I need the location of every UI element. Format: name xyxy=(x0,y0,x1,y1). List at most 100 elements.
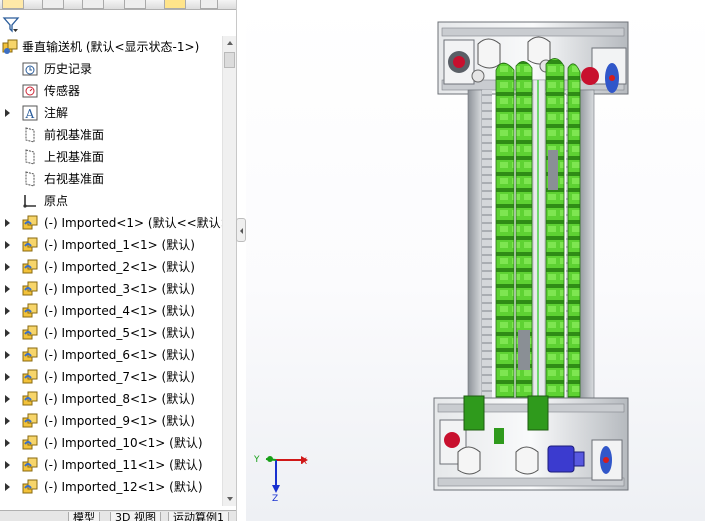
tree-item-origin-6[interactable]: 原点 xyxy=(0,190,222,212)
tree-item-plane-4[interactable]: 上视基准面 xyxy=(0,146,222,168)
expand-arrow-icon[interactable] xyxy=(5,285,10,293)
scroll-up-icon[interactable] xyxy=(223,36,237,50)
tree-item-sensor-1[interactable]: 传感器 xyxy=(0,80,222,102)
tree-item-label: (-) Imported_4<1> (默认) xyxy=(44,304,195,318)
svg-text:A: A xyxy=(25,107,35,121)
feature-manager-panel: 垂直输送机 (默认<显示状态-1>) 历史记录传感器 A 注解前视基准面上视基准面右视… xyxy=(0,0,237,521)
tree-item-label: (-) Imported_5<1> (默认) xyxy=(44,326,195,340)
triad-z-label: Z xyxy=(272,494,278,504)
tree-item-imported-11[interactable]: (-) Imported_4<1> (默认) xyxy=(0,300,222,322)
expand-arrow-icon[interactable] xyxy=(5,373,10,381)
tree-item-imported-12[interactable]: (-) Imported_5<1> (默认) xyxy=(0,322,222,344)
tab-motion-study[interactable]: 运动算例1 xyxy=(168,512,229,521)
expand-arrow-icon[interactable] xyxy=(5,395,10,403)
part-icon xyxy=(22,391,38,406)
tree-item-imported-19[interactable]: (-) Imported_12<1> (默认) xyxy=(0,476,222,498)
expand-arrow-icon[interactable] xyxy=(5,483,10,491)
tree-item-label: 注解 xyxy=(44,106,69,120)
tree-item-label: 右视基准面 xyxy=(44,172,105,186)
part-icon xyxy=(22,325,38,340)
tree-item-label: (-) Imported_10<1> (默认) xyxy=(44,436,203,450)
tree-item-imported-15[interactable]: (-) Imported_8<1> (默认) xyxy=(0,388,222,410)
part-icon xyxy=(22,303,38,318)
feature-tree: 垂直输送机 (默认<显示状态-1>) 历史记录传感器 A 注解前视基准面上视基准面右视… xyxy=(0,36,231,506)
tab-model[interactable]: 模型 xyxy=(68,512,100,521)
expand-arrow-icon[interactable] xyxy=(5,307,10,315)
tree-item-imported-9[interactable]: (-) Imported_2<1> (默认) xyxy=(0,256,222,278)
tree-item-label: (-) Imported_11<1> (默认) xyxy=(44,458,203,472)
tab-scroll-right-icon[interactable] xyxy=(200,0,218,9)
display-manager-tab-icon[interactable] xyxy=(164,0,186,9)
plane-icon xyxy=(25,171,35,187)
triad-z-arrow-icon xyxy=(272,485,280,493)
expand-arrow-icon[interactable] xyxy=(5,241,10,249)
scroll-thumb[interactable] xyxy=(224,52,235,68)
triad-x-label: X xyxy=(301,457,307,467)
scroll-down-icon[interactable] xyxy=(223,492,237,506)
tree-root-label: 垂直输送机 (默认<显示状态-1>) xyxy=(22,40,200,54)
part-icon xyxy=(22,347,38,362)
part-icon xyxy=(22,369,38,384)
tree-item-label: (-) Imported<1> (默认<<默认> xyxy=(44,216,231,230)
tree-item-label: 上视基准面 xyxy=(44,150,105,164)
expand-arrow-icon[interactable] xyxy=(5,439,10,447)
tree-item-label: (-) Imported_8<1> (默认) xyxy=(44,392,195,406)
expand-arrow-icon[interactable] xyxy=(5,461,10,469)
expand-arrow-icon[interactable] xyxy=(5,109,10,117)
plane-icon xyxy=(25,127,35,143)
expand-arrow-icon[interactable] xyxy=(5,351,10,359)
expand-arrow-icon[interactable] xyxy=(5,417,10,425)
tab-3d-view[interactable]: 3D 视图 xyxy=(110,512,161,521)
tree-item-plane-5[interactable]: 右视基准面 xyxy=(0,168,222,190)
filter-row xyxy=(0,10,236,36)
tree-item-history-0[interactable]: 历史记录 xyxy=(0,58,222,80)
bottom-tab-bar: 模型 3D 视图 运动算例1 xyxy=(0,510,236,521)
tree-item-imported-13[interactable]: (-) Imported_6<1> (默认) xyxy=(0,344,222,366)
history-icon xyxy=(22,62,38,76)
tree-item-imported-7[interactable]: (-) Imported<1> (默认<<默认> xyxy=(0,212,231,234)
dimxpert-tab-icon[interactable] xyxy=(124,0,146,9)
tree-item-label: (-) Imported_9<1> (默认) xyxy=(44,414,195,428)
part-icon xyxy=(22,413,38,428)
part-icon xyxy=(22,259,38,274)
origin-icon xyxy=(23,195,36,208)
tree-item-imported-17[interactable]: (-) Imported_10<1> (默认) xyxy=(0,432,222,454)
expand-arrow-icon[interactable] xyxy=(5,263,10,271)
tree-item-label: 前视基准面 xyxy=(44,128,105,142)
assembly-icon xyxy=(2,39,18,54)
part-icon xyxy=(22,435,38,450)
tree-item-label: 原点 xyxy=(44,194,69,208)
tree-item-imported-10[interactable]: (-) Imported_3<1> (默认) xyxy=(0,278,222,300)
tree-scrollbar[interactable] xyxy=(222,36,237,506)
tree-item-label: (-) Imported_7<1> (默认) xyxy=(44,370,195,384)
configuration-manager-tab-icon[interactable] xyxy=(82,0,104,9)
conveyor-model: Y X Z xyxy=(253,21,629,504)
sensor-icon xyxy=(22,84,38,98)
tree-item-imported-14[interactable]: (-) Imported_7<1> (默认) xyxy=(0,366,222,388)
tree-item-plane-3[interactable]: 前视基准面 xyxy=(0,124,222,146)
annotation-icon: A xyxy=(22,105,38,121)
filter-icon[interactable] xyxy=(2,15,20,33)
graphics-viewport[interactable]: Y X Z xyxy=(246,0,705,521)
panel-tab-strip xyxy=(0,0,236,10)
tree-item-imported-16[interactable]: (-) Imported_9<1> (默认) xyxy=(0,410,222,432)
part-icon xyxy=(22,281,38,296)
part-icon xyxy=(22,237,38,252)
tree-item-label: 传感器 xyxy=(44,84,81,98)
tree-item-annotation-2[interactable]: A 注解 xyxy=(0,102,222,124)
tree-root-assembly[interactable]: 垂直输送机 (默认<显示状态-1>) xyxy=(0,36,222,58)
panel-collapse-handle[interactable] xyxy=(236,218,246,242)
tree-item-label: (-) Imported_6<1> (默认) xyxy=(44,348,195,362)
coordinate-triad: Y X Z xyxy=(253,455,308,504)
expand-arrow-icon[interactable] xyxy=(5,329,10,337)
plane-icon xyxy=(25,149,35,165)
tree-item-imported-8[interactable]: (-) Imported_1<1> (默认) xyxy=(0,234,222,256)
part-icon xyxy=(22,479,38,494)
tree-item-imported-18[interactable]: (-) Imported_11<1> (默认) xyxy=(0,454,222,476)
property-manager-tab-icon[interactable] xyxy=(42,0,64,9)
feature-manager-tab-icon[interactable] xyxy=(2,0,24,9)
tree-item-label: (-) Imported_1<1> (默认) xyxy=(44,238,195,252)
tree-item-label: (-) Imported_3<1> (默认) xyxy=(44,282,195,296)
expand-arrow-icon[interactable] xyxy=(5,219,10,227)
tree-item-label: (-) Imported_12<1> (默认) xyxy=(44,480,203,494)
